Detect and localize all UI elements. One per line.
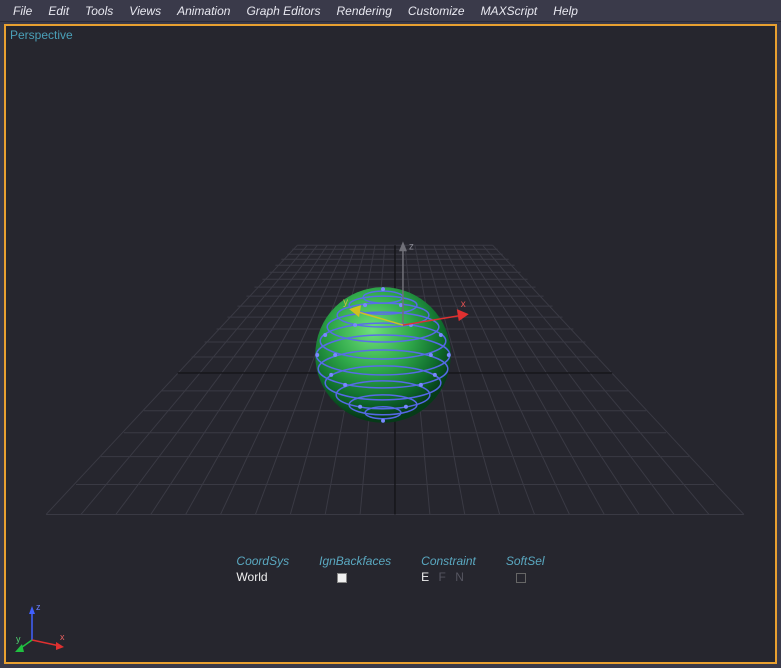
ignbackfaces-label: IgnBackfaces (319, 554, 391, 568)
menu-animation[interactable]: Animation (170, 2, 237, 20)
menu-tools[interactable]: Tools (78, 2, 120, 20)
softsel-checkbox[interactable] (516, 573, 526, 583)
status-constraint[interactable]: Constraint E F N (421, 554, 476, 584)
viewport-status-bar: CoordSys World IgnBackfaces Constraint E… (6, 554, 775, 584)
sphere-object[interactable] (315, 287, 451, 423)
ignbackfaces-checkbox[interactable] (337, 573, 347, 583)
menu-rendering[interactable]: Rendering (330, 2, 399, 20)
coordsys-label: CoordSys (236, 554, 289, 568)
coordsys-value: World (236, 570, 267, 584)
viewport-container: z x y CoordSys World IgnBackfaces (4, 24, 777, 664)
viewport-label[interactable]: Perspective (10, 28, 73, 42)
status-ignbackfaces[interactable]: IgnBackfaces (319, 554, 391, 584)
svg-text:x: x (60, 632, 65, 642)
status-coordsys[interactable]: CoordSys World (236, 554, 289, 584)
menu-views[interactable]: Views (122, 2, 168, 20)
menu-customize[interactable]: Customize (401, 2, 472, 20)
svg-text:y: y (16, 634, 21, 644)
menu-file[interactable]: File (6, 2, 39, 20)
constraint-dim-n: N (455, 570, 464, 584)
status-softsel[interactable]: SoftSel (506, 554, 545, 584)
constraint-dim-f: F (439, 570, 446, 584)
menu-graph-editors[interactable]: Graph Editors (239, 2, 327, 20)
constraint-label: Constraint (421, 554, 476, 568)
softsel-label: SoftSel (506, 554, 545, 568)
corner-axis-gizmo: z x y (14, 596, 74, 656)
svg-text:z: z (36, 602, 41, 612)
menu-maxscript[interactable]: MAXScript (474, 2, 545, 20)
svg-text:x: x (461, 299, 466, 310)
menu-edit[interactable]: Edit (41, 2, 76, 20)
svg-text:z: z (409, 241, 414, 252)
svg-text:y: y (343, 297, 348, 308)
menu-help[interactable]: Help (546, 2, 585, 20)
constraint-active: E (421, 570, 429, 584)
perspective-viewport[interactable]: z x y CoordSys World IgnBackfaces (6, 26, 775, 662)
menu-bar: File Edit Tools Views Animation Graph Ed… (0, 0, 781, 22)
